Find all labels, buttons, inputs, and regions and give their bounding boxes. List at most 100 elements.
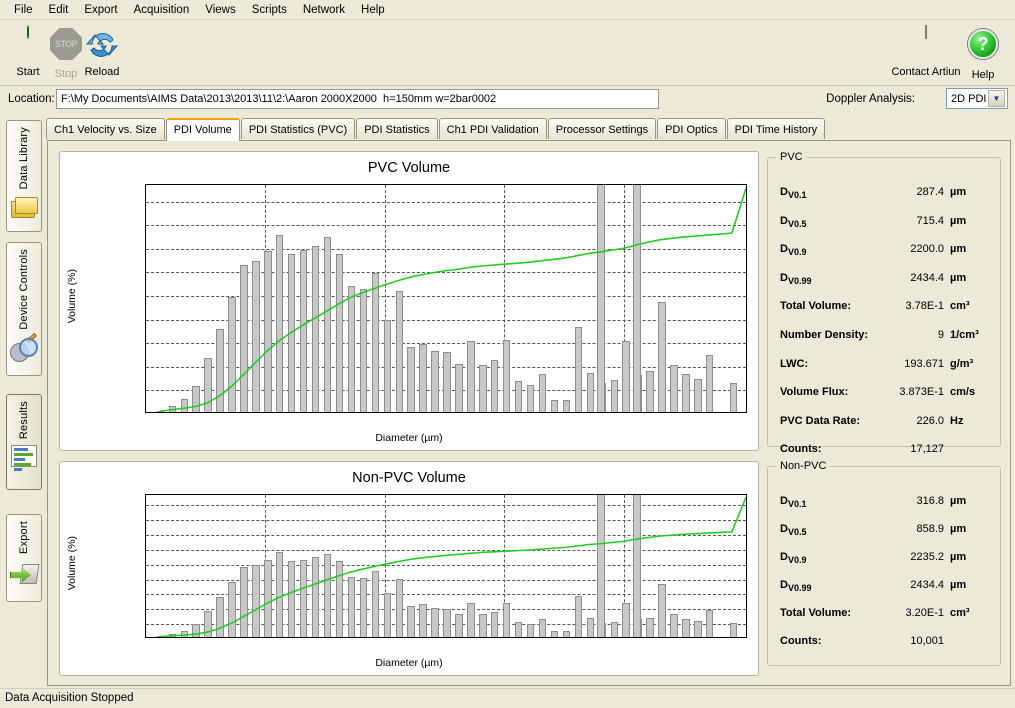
nonpvc-stat-label: DV0.99 (780, 579, 811, 593)
pvc-stat-label: Counts: (780, 443, 822, 455)
nonpvc-stats-group: Non-PVC DV0.1316.8µmDV0.5858.9µmDV0.9223… (767, 466, 1001, 666)
pvc-stat-label: DV0.9 (780, 243, 806, 257)
menu-item-help[interactable]: Help (353, 1, 393, 19)
pvc-stat-label: Number Density: (780, 329, 868, 341)
pvc-stat-unit: g/m³ (950, 358, 973, 370)
help-question-icon: ? (958, 29, 1008, 67)
tab-strip: Ch1 Velocity vs. Size PDI Volume PDI Sta… (46, 118, 1012, 140)
pvc-stat-row: Counts:17,127 (768, 441, 1002, 461)
pvc-stat-value: 3.78E-1 (878, 300, 944, 312)
nonpvc-stat-value: 10,001 (878, 635, 944, 647)
pvc-stat-value: 9 (878, 329, 944, 341)
pvc-stat-value: 226.0 (878, 415, 944, 427)
pvc-stat-row: DV0.99 2434.4 µm (768, 270, 1002, 290)
pvc-stat-label: DV0.5 (780, 215, 806, 229)
gear-magnifier-icon (10, 335, 38, 363)
menu-bar: File Edit Export Acquisition Views Scrip… (0, 0, 1015, 20)
nonpvc-group-title: Non-PVC (776, 460, 830, 472)
nonpvc-plot-area[interactable]: 0.100.200.300.400.500.600.700.800.90500.… (145, 494, 747, 638)
nonpvc-chart-title: Non-PVC Volume (60, 470, 758, 486)
tab-pdi-volume[interactable]: PDI Volume (166, 118, 240, 141)
nonpvc-stat-row: DV0.1316.8µm (768, 493, 1002, 513)
pvc-stat-row: DV0.92200.0µm (768, 241, 1002, 261)
contact-artiun-label: Contact Artiun (882, 66, 970, 78)
tab-pdi-statistics[interactable]: PDI Statistics (356, 118, 437, 139)
pvc-stat-value: 2434.4 (878, 272, 944, 284)
pvc-stat-unit: µm (950, 215, 966, 227)
nonpvc-stat-row: Counts: 10,001 (768, 633, 1002, 653)
pvc-stat-label: LWC: (780, 358, 808, 370)
nonpvc-stat-unit: cm³ (950, 607, 970, 619)
nonpvc-stat-unit: µm (950, 551, 966, 563)
pvc-stat-unit: µm (950, 243, 966, 255)
pvc-stat-label: DV0.1 (780, 186, 806, 200)
pvc-stat-row: DV0.1 287.4 µm (768, 184, 1002, 204)
pvc-stat-unit: cm³ (950, 300, 970, 312)
pvc-stat-row: PVC Data Rate:226.0Hz (768, 413, 1002, 433)
application-window: File Edit Export Acquisition Views Scrip… (0, 0, 1015, 708)
pvc-stat-value: 193.671 (878, 358, 944, 370)
nonpvc-chart-xlabel: Diameter (µm) (60, 657, 758, 669)
pvc-stat-unit: 1/cm³ (950, 329, 979, 341)
sidebar-item-device-controls[interactable]: Device Controls (6, 242, 42, 376)
reload-button-label: Reload (74, 66, 130, 78)
pvc-stat-unit: µm (950, 186, 966, 198)
tab-ch1-pdi-validation[interactable]: Ch1 PDI Validation (439, 118, 547, 139)
menu-item-network[interactable]: Network (295, 1, 353, 19)
sidebar-item-data-library[interactable]: Data Library (6, 120, 42, 232)
pvc-stat-value: 715.4 (878, 215, 944, 227)
pvc-stat-label: PVC Data Rate: (780, 415, 860, 427)
nonpvc-stat-label: DV0.9 (780, 551, 806, 565)
bar-chart-icon (11, 445, 37, 467)
tab-ch1-velocity-vs-size[interactable]: Ch1 Velocity vs. Size (46, 118, 165, 139)
pvc-stat-value: 3.873E-1 (878, 386, 944, 398)
statistics-panel: PVC DV0.1287.4µmDV0.5715.4µmDV0.92200.0µ… (767, 151, 1001, 676)
nonpvc-stat-unit: µm (950, 495, 966, 507)
reload-button[interactable]: Reload (74, 26, 130, 78)
nonpvc-stat-value: 2434.4 (878, 579, 944, 591)
pvc-stat-row: Number Density: 9 1/cm³ (768, 327, 1002, 347)
nonpvc-stat-row: DV0.5858.9µm (768, 521, 1002, 541)
pvc-stat-unit: cm/s (950, 386, 975, 398)
menu-item-file[interactable]: File (6, 1, 41, 19)
menu-item-export[interactable]: Export (76, 1, 125, 19)
nonpvc-volume-chart: Non-PVC Volume Volume (%) 0.100.200.300.… (59, 461, 759, 676)
sidebar-item-results[interactable]: Results (6, 394, 42, 490)
pvc-stat-value: 287.4 (878, 186, 944, 198)
envelope-icon (882, 26, 970, 64)
pvc-stat-row: DV0.5 715.4 µm (768, 213, 1002, 233)
tab-pdi-optics[interactable]: PDI Optics (657, 118, 726, 139)
pvc-plot-area[interactable]: 0.100.200.300.400.500.600.700.800.90500.… (145, 184, 747, 413)
tab-pdi-statistics-pvc[interactable]: PDI Statistics (PVC) (241, 118, 355, 139)
doppler-analysis-select[interactable]: 2D PDI ▼ (946, 88, 1008, 109)
toolbar: Start STOP Stop Reload Contact Artiun ? (0, 20, 1015, 86)
nonpvc-stat-label: Total Volume: (780, 607, 851, 619)
menu-item-views[interactable]: Views (197, 1, 243, 19)
pvc-group-title: PVC (776, 151, 807, 163)
pvc-stat-row: Volume Flux:3.873E-1cm/s (768, 384, 1002, 404)
menu-item-acquisition[interactable]: Acquisition (126, 1, 198, 19)
sidebar-item-results-label: Results (18, 401, 30, 439)
menu-item-edit[interactable]: Edit (41, 1, 77, 19)
pvc-stat-row: LWC: 193.671 g/m³ (768, 356, 1002, 376)
contact-artiun-button[interactable]: Contact Artiun (882, 26, 970, 78)
nonpvc-stat-value: 858.9 (878, 523, 944, 535)
sidebar-item-export[interactable]: Export (6, 514, 42, 602)
help-button[interactable]: ? Help (958, 26, 1008, 81)
doppler-analysis-value: 2D PDI (947, 93, 988, 105)
folder-icon (10, 194, 38, 222)
pvc-stat-label: DV0.99 (780, 272, 811, 286)
location-input[interactable] (56, 89, 659, 109)
nonpvc-stat-value: 3.20E-1 (878, 607, 944, 619)
tab-pdi-time-history[interactable]: PDI Time History (727, 118, 826, 139)
cumulative-volume-curve (146, 185, 746, 412)
menu-item-scripts[interactable]: Scripts (244, 1, 295, 19)
tab-processor-settings[interactable]: Processor Settings (548, 118, 656, 139)
help-button-label: Help (958, 69, 1008, 81)
pvc-stat-unit: µm (950, 272, 966, 284)
export-arrow-icon (10, 559, 38, 587)
nonpvc-stat-label: Counts: (780, 635, 822, 647)
nonpvc-stat-label: DV0.1 (780, 495, 806, 509)
nonpvc-stat-label: DV0.5 (780, 523, 806, 537)
chevron-down-icon[interactable]: ▼ (988, 90, 1005, 107)
